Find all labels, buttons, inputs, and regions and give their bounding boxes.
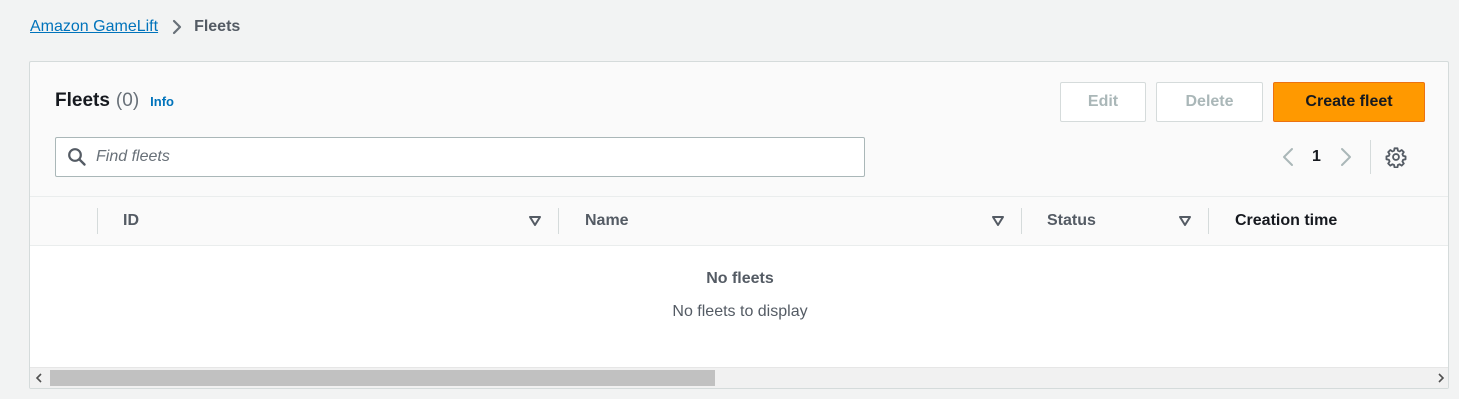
chevron-right-icon [172,19,182,35]
sort-caret-icon[interactable] [991,214,1005,228]
column-header-id[interactable]: ID [123,197,139,245]
fleet-count: (0) [115,90,140,111]
column-header-creation-time[interactable]: Creation time [1235,197,1337,245]
sort-caret-icon[interactable] [528,214,542,228]
fleets-panel: Fleets (0) Info Edit Delete Create fleet… [29,61,1449,389]
breadcrumb-current: Fleets [194,18,241,35]
create-fleet-button[interactable]: Create fleet [1273,82,1425,122]
edit-button[interactable]: Edit [1060,82,1146,122]
scroll-left-icon[interactable] [30,368,48,388]
column-divider[interactable] [558,208,559,234]
scrollbar-thumb[interactable] [50,370,715,386]
gear-icon[interactable] [1385,146,1407,168]
page-number[interactable]: 1 [1312,148,1321,166]
table-body: No fleets No fleets to display [30,246,1448,367]
empty-state-text: No fleets to display [672,303,808,320]
horizontal-scrollbar[interactable] [30,367,1448,388]
search-input[interactable] [96,148,836,166]
delete-button[interactable]: Delete [1156,82,1263,122]
page-title: Fleets [55,90,110,111]
panel-header: Fleets (0) Info [55,90,174,112]
chevron-right-icon[interactable] [1336,147,1356,167]
breadcrumb-link-gamelift[interactable]: Amazon GameLift [30,18,158,36]
sort-caret-icon[interactable] [1178,214,1192,228]
column-divider[interactable] [1021,208,1022,234]
search-box [55,137,865,177]
pagination: 1 [1278,140,1407,174]
scroll-right-icon[interactable] [1432,368,1448,388]
empty-state-title: No fleets [706,270,774,287]
breadcrumb: Amazon GameLift Fleets [30,16,240,38]
search-icon [67,147,87,167]
pagination-divider [1369,140,1371,174]
column-header-name[interactable]: Name [585,197,629,245]
column-divider [97,208,98,234]
column-header-status[interactable]: Status [1047,197,1096,245]
table-header: ID Name Status Creation time [30,196,1448,246]
column-divider[interactable] [1208,208,1209,234]
info-link[interactable]: Info [150,94,174,109]
chevron-left-icon[interactable] [1278,147,1298,167]
